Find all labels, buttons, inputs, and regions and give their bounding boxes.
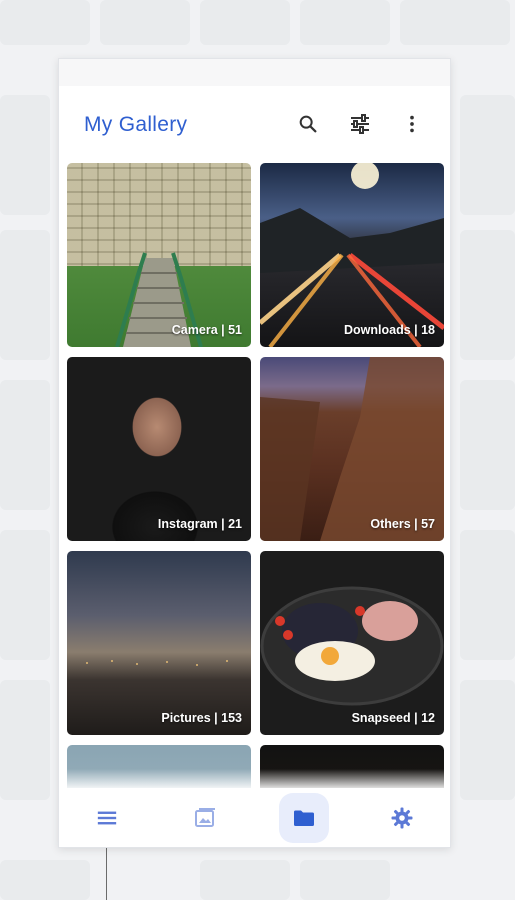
canyon-graphic xyxy=(260,357,444,541)
album-label: Downloads | 18 xyxy=(343,323,435,337)
more-options-button[interactable] xyxy=(397,109,427,139)
album-tile-downloads[interactable]: Downloads | 18 xyxy=(260,163,444,347)
nav-photos-button[interactable] xyxy=(180,793,230,843)
album-label: Pictures | 153 xyxy=(161,711,242,725)
album-tile-instagram[interactable]: Instagram | 21 xyxy=(67,357,251,541)
search-button[interactable] xyxy=(293,109,323,139)
album-label: Camera | 51 xyxy=(171,323,242,337)
nav-settings-button[interactable] xyxy=(377,793,427,843)
nav-folders-button[interactable] xyxy=(279,793,329,843)
city-lights-graphic xyxy=(86,660,228,666)
album-grid: Camera | 51 Downloads | 18 Instagram | 2… xyxy=(67,163,444,788)
phone-screen: My Gallery Camera | 51 Downloads | 18 In… xyxy=(58,58,451,848)
page-title: My Gallery xyxy=(84,113,188,136)
photos-icon xyxy=(195,808,215,827)
more-vert-icon xyxy=(410,115,414,133)
filter-button[interactable] xyxy=(345,109,375,139)
album-tile-camera[interactable]: Camera | 51 xyxy=(67,163,251,347)
album-label: Instagram | 21 xyxy=(157,517,242,531)
album-tile-pictures[interactable]: Pictures | 153 xyxy=(67,551,251,735)
album-cover-image xyxy=(67,357,251,541)
light-trails-graphic xyxy=(260,163,444,347)
search-icon xyxy=(299,115,317,133)
nav-menu-button[interactable] xyxy=(82,793,132,843)
divider-line xyxy=(106,848,107,900)
food-plate-graphic xyxy=(260,586,444,706)
album-label: Others | 57 xyxy=(370,517,435,531)
stairs-graphic xyxy=(115,252,203,347)
tune-icon xyxy=(351,114,369,134)
status-bar xyxy=(59,59,450,86)
album-tile-snapseed[interactable]: Snapseed | 12 xyxy=(260,551,444,735)
menu-icon xyxy=(97,811,117,825)
album-tile-others[interactable]: Others | 57 xyxy=(260,357,444,541)
album-label: Snapseed | 12 xyxy=(351,711,435,725)
bottom-navigation xyxy=(59,789,450,847)
settings-icon xyxy=(391,807,413,829)
scroll-fade xyxy=(59,769,450,791)
app-bar: My Gallery xyxy=(59,86,450,162)
folder-icon xyxy=(294,810,314,826)
